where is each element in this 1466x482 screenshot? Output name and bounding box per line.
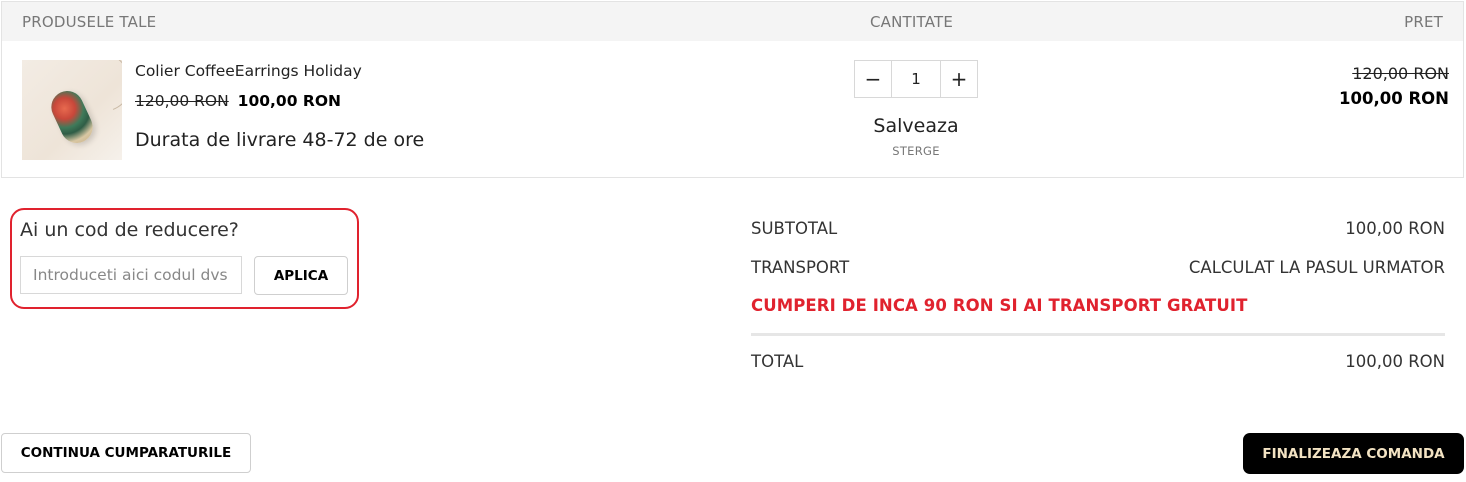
product-name[interactable]: Colier CoffeeEarrings Holiday <box>135 62 362 80</box>
delivery-time: Durata de livrare 48-72 de ore <box>135 129 425 151</box>
header-products: PRODUSELE TALE <box>22 13 157 31</box>
header-price: PRET <box>1404 13 1443 31</box>
decrease-quantity-button[interactable]: − <box>855 61 891 97</box>
continue-shopping-button[interactable]: CONTINUA CUMPARATURILE <box>1 433 251 473</box>
subtotal-value: 100,00 RON <box>1345 219 1445 238</box>
total-value: 100,00 RON <box>1345 352 1445 371</box>
quantity-value[interactable]: 1 <box>891 61 941 97</box>
product-thumbnail[interactable] <box>22 60 122 160</box>
quantity-stepper: − 1 + <box>854 60 978 98</box>
remove-item-link[interactable]: STERGE <box>854 144 978 158</box>
header-quantity: CANTITATE <box>870 13 954 31</box>
cart-table: PRODUSELE TALE CANTITATE PRET Colier Cof… <box>1 1 1464 178</box>
transport-label: TRANSPORT <box>751 258 850 277</box>
free-shipping-notice: CUMPERI DE INCA 90 RON SI AI TRANSPORT G… <box>751 296 1248 315</box>
apply-coupon-button[interactable]: APLICA <box>254 256 348 295</box>
product-old-price: 120,00 RON <box>135 92 229 110</box>
product-prices: 120,00 RON 100,00 RON <box>135 92 341 110</box>
total-label: TOTAL <box>751 352 804 371</box>
transport-value: CALCULAT LA PASUL URMATOR <box>1188 258 1445 277</box>
cart-item-row: Colier CoffeeEarrings Holiday 120,00 RON… <box>2 41 1463 177</box>
cart-table-header: PRODUSELE TALE CANTITATE PRET <box>2 2 1463 41</box>
coupon-code-input[interactable] <box>20 256 242 294</box>
row-old-price: 120,00 RON <box>1352 64 1449 83</box>
increase-quantity-button[interactable]: + <box>941 61 977 97</box>
product-new-price: 100,00 RON <box>237 92 341 110</box>
coupon-title: Ai un cod de reducere? <box>20 219 239 241</box>
save-for-later-link[interactable]: Salveaza <box>854 115 978 137</box>
subtotal-label: SUBTOTAL <box>751 219 838 238</box>
checkout-button[interactable]: FINALIZEAZA COMANDA <box>1243 433 1464 474</box>
row-new-price: 100,00 RON <box>1339 89 1449 108</box>
summary-divider <box>751 333 1445 336</box>
